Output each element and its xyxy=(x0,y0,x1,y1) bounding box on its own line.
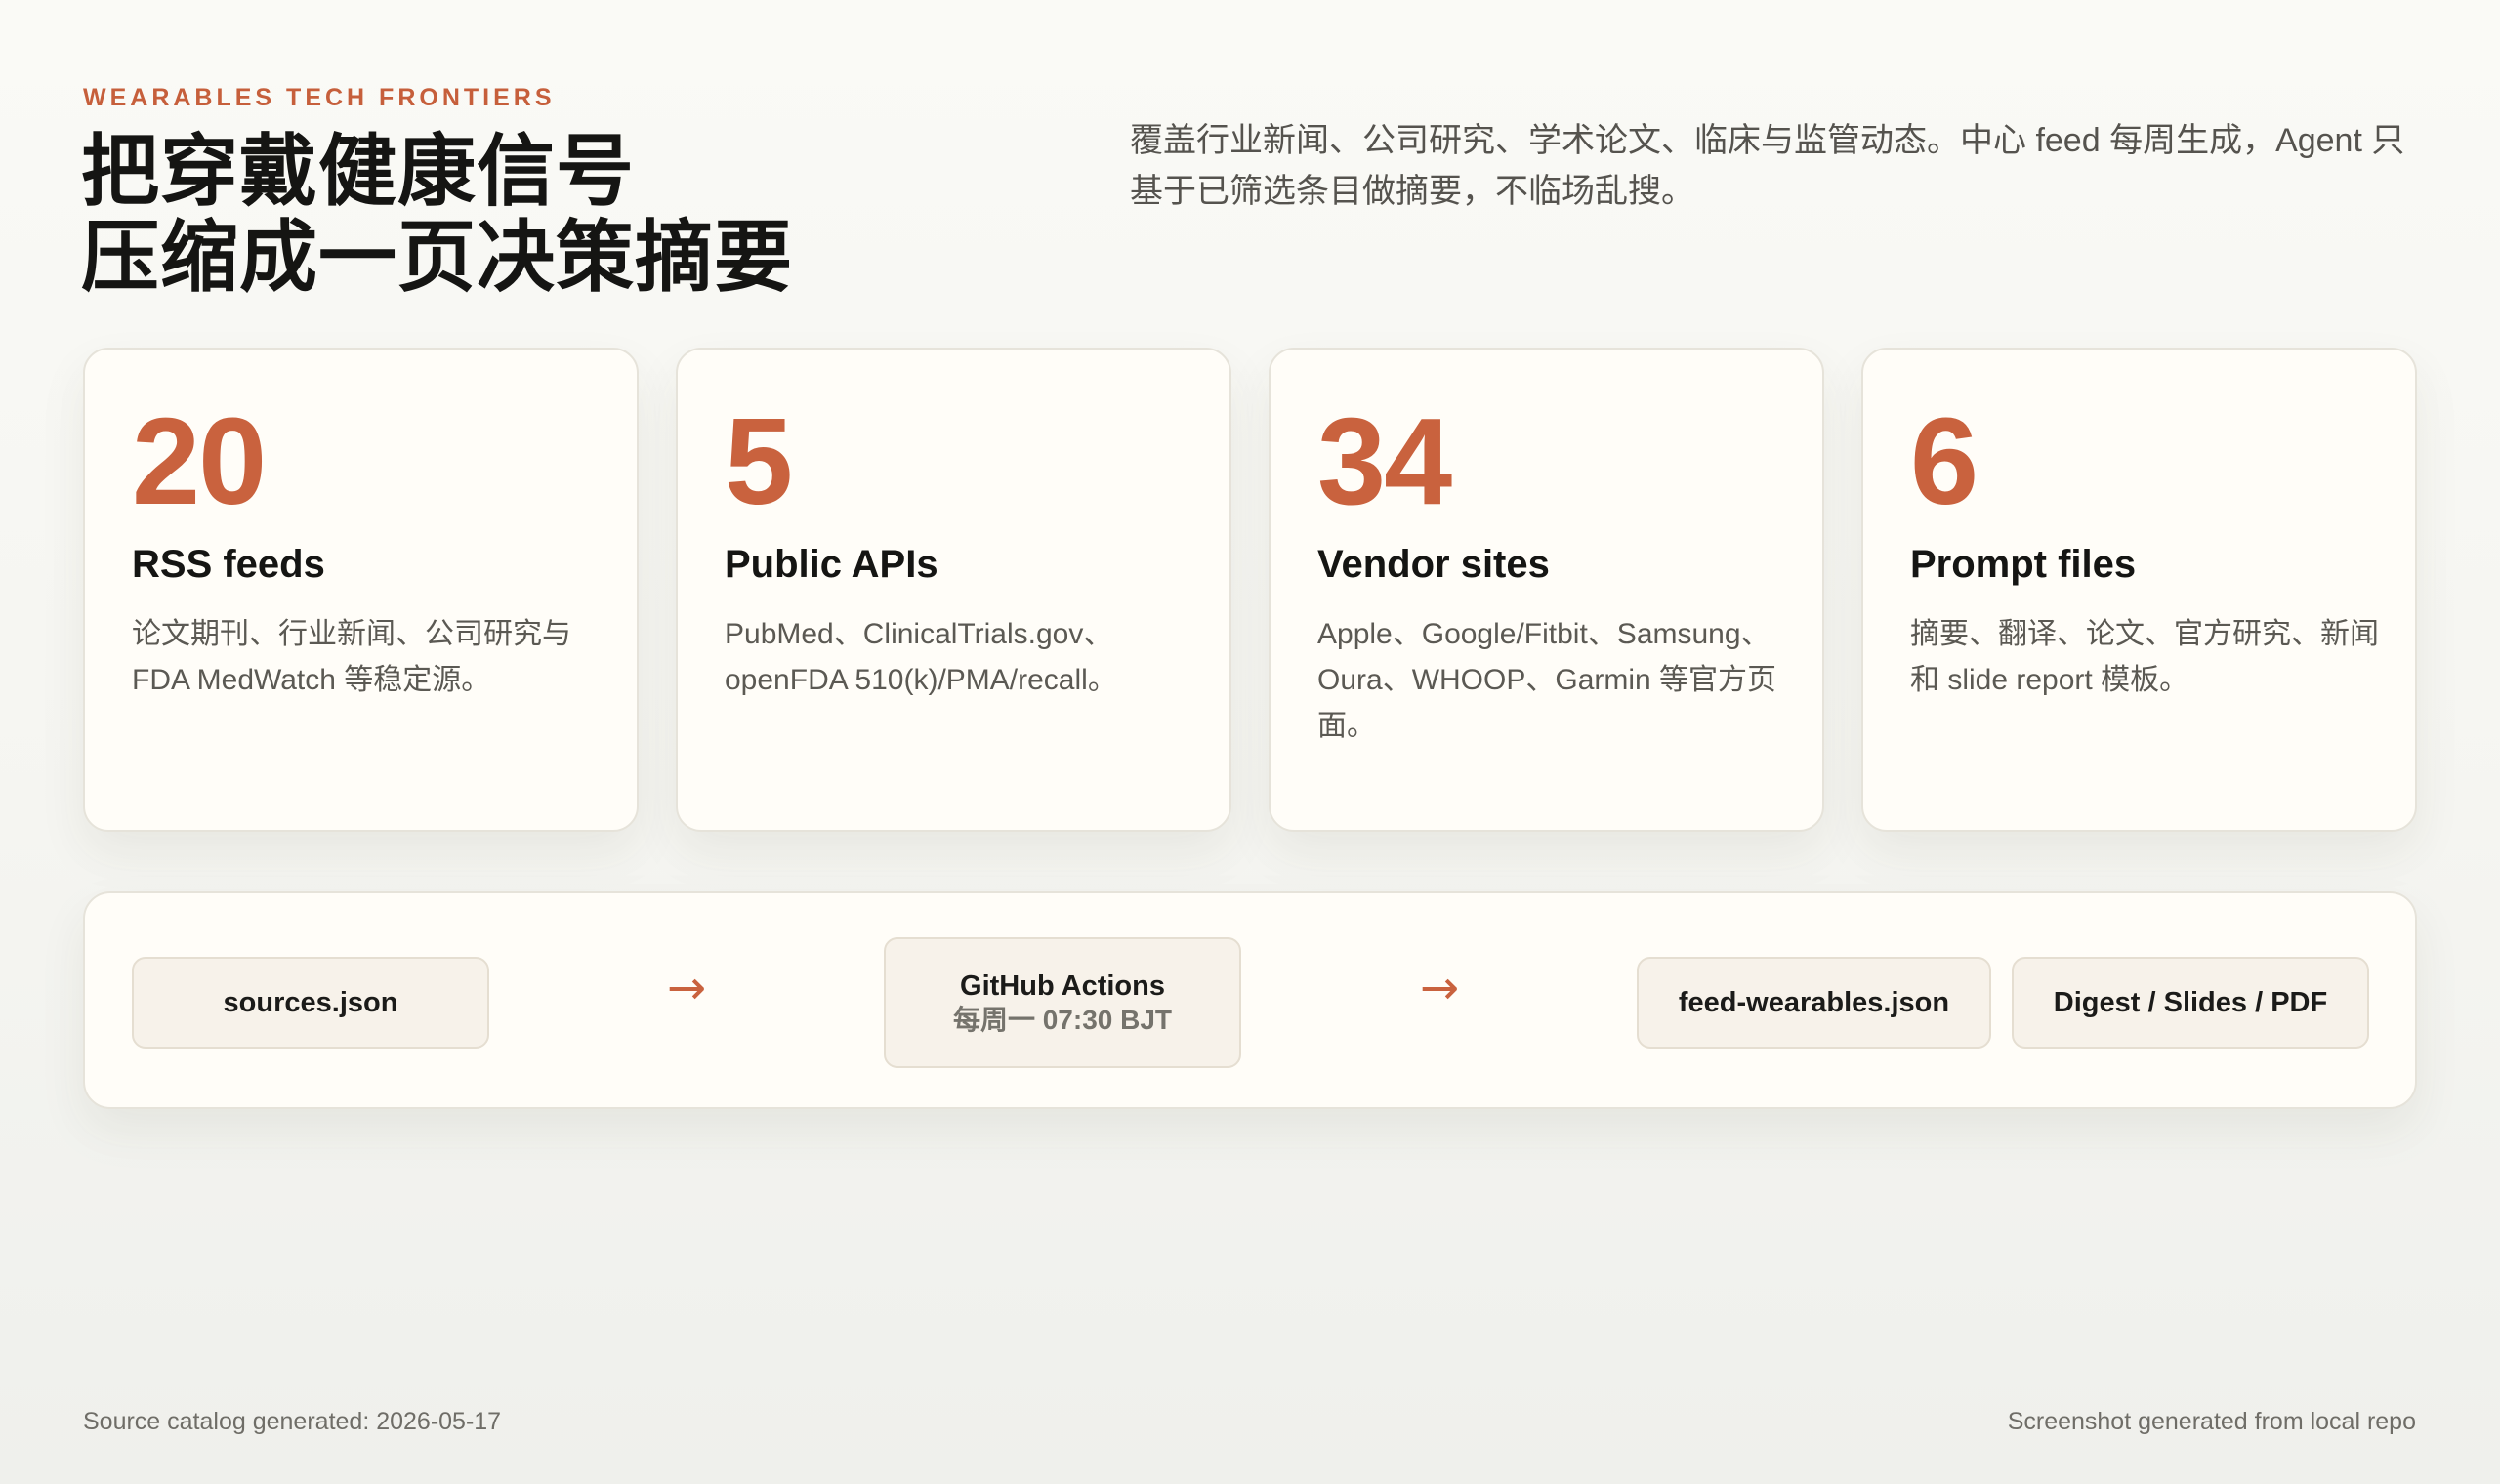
stat-description: PubMed、ClinicalTrials.gov、openFDA 510(k)… xyxy=(725,618,1117,696)
pipeline-step-outputs: Digest / Slides / PDF xyxy=(2012,957,2369,1049)
pipeline-step-feed: feed-wearables.json xyxy=(1637,957,1991,1049)
page-title: 把穿戴健康信号 压缩成一页决策摘要 xyxy=(81,129,793,301)
stat-description: 摘要、翻译、论文、官方研究、新闻和 slide report 模板。 xyxy=(1910,618,2379,696)
stat-value: 6 xyxy=(1910,392,1979,530)
step-title: GitHub Actions xyxy=(960,970,1165,1002)
stat-label: Vendor sites xyxy=(1317,543,1550,586)
step-title: feed-wearables.json xyxy=(1678,987,1950,1018)
stat-description: Apple、Google/Fitbit、Samsung、Oura、WHOOP、G… xyxy=(1317,618,1777,742)
stat-label: RSS feeds xyxy=(132,543,325,586)
arrow-right-icon: → xyxy=(666,961,707,1015)
step-title: sources.json xyxy=(223,987,398,1018)
footer-credit: Screenshot generated from local repo xyxy=(2007,1408,2416,1435)
stat-card-vendor-sites: 34 Vendor sites Apple、Google/Fitbit、Sams… xyxy=(1269,348,1824,832)
pipeline-step-sources: sources.json xyxy=(132,957,489,1049)
stat-value: 5 xyxy=(725,392,793,530)
stat-label: Prompt files xyxy=(1910,543,2137,586)
stat-card-public-apis: 5 Public APIs PubMed、ClinicalTrials.gov、… xyxy=(676,348,1231,832)
stat-label: Public APIs xyxy=(725,543,938,586)
step-schedule: 每周一 07:30 BJT xyxy=(952,1005,1173,1035)
eyebrow-label: WEARABLES TECH FRONTIERS xyxy=(83,84,556,111)
step-title: Digest / Slides / PDF xyxy=(2053,987,2328,1018)
stat-description: 论文期刊、行业新闻、公司研究与 FDA MedWatch 等稳定源。 xyxy=(132,618,571,696)
stat-card-prompt-files: 6 Prompt files 摘要、翻译、论文、官方研究、新闻和 slide r… xyxy=(1861,348,2417,832)
page-title-line-1: 把穿戴健康信号 xyxy=(81,128,635,215)
stat-card-rss-feeds: 20 RSS feeds 论文期刊、行业新闻、公司研究与 FDA MedWatc… xyxy=(83,348,639,832)
pipeline-step-github-actions: GitHub Actions 每周一 07:30 BJT xyxy=(884,937,1241,1068)
stats-grid: 20 RSS feeds 论文期刊、行业新闻、公司研究与 FDA MedWatc… xyxy=(83,348,2417,834)
stat-value: 20 xyxy=(132,392,267,530)
pipeline-panel: sources.json → GitHub Actions 每周一 07:30 … xyxy=(83,891,2417,1109)
stat-value: 34 xyxy=(1317,392,1452,530)
arrow-right-icon: → xyxy=(1419,961,1460,1015)
intro-text: 覆盖行业新闻、公司研究、学术论文、临床与监管动态。中心 feed 每周生成，Ag… xyxy=(1130,122,2405,210)
page-title-line-2: 压缩成一页决策摘要 xyxy=(81,214,793,301)
footer-source-date: Source catalog generated: 2026-05-17 xyxy=(83,1408,502,1435)
